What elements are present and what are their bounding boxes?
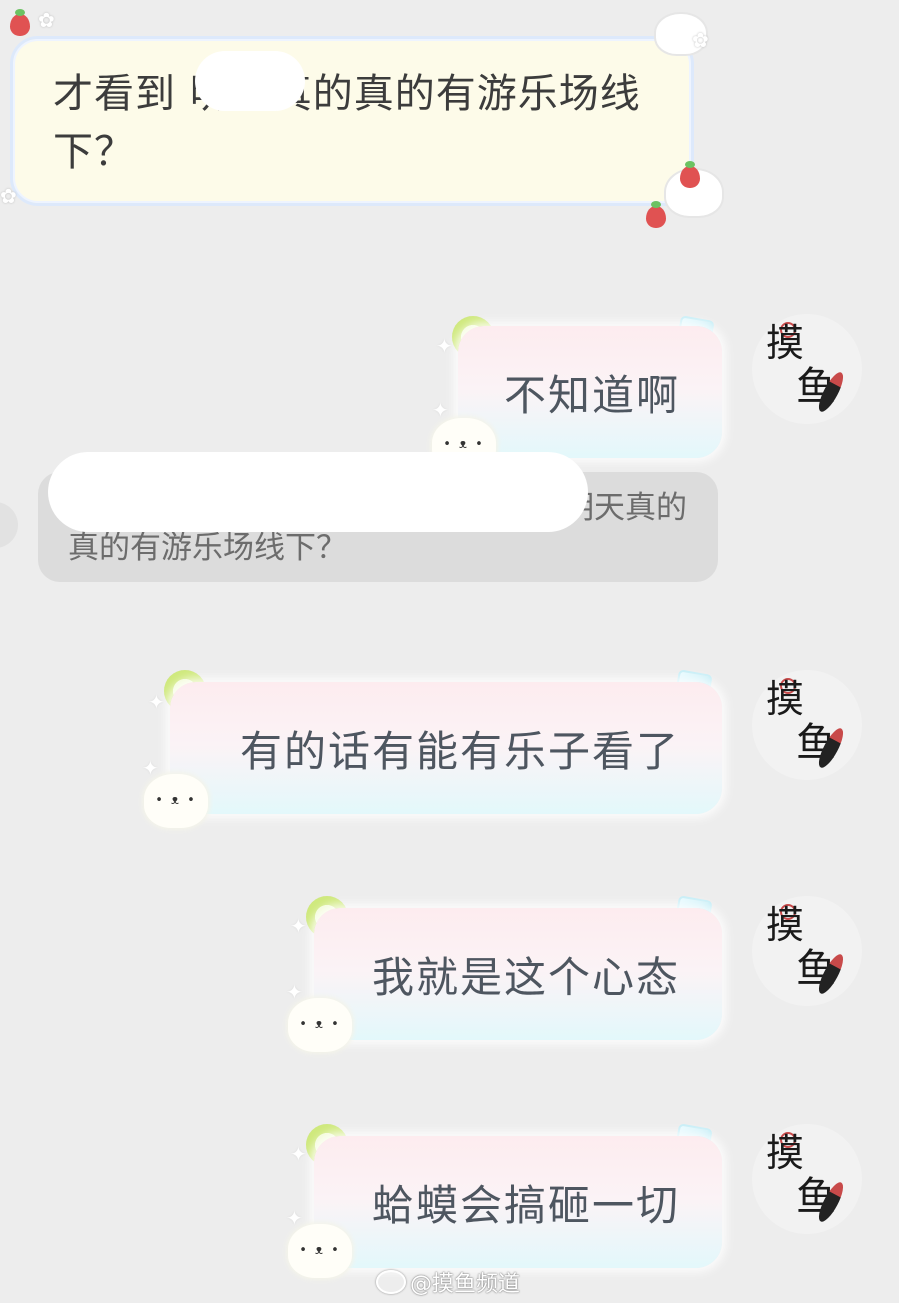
sparkle-icon: ✦ [286,980,303,1004]
sparkle-icon: ✦ [286,1206,303,1230]
redaction-mark [48,452,588,532]
avatar[interactable]: 摸 鱼 [752,314,862,424]
outgoing-message-text: 我就是这个心态 [371,952,680,1002]
outgoing-message-text: 不知道啊 [503,370,680,420]
strawberry-sticker [680,161,700,188]
outgoing-message-bubble[interactable]: 不知道啊 [458,326,722,458]
puffball-sticker: • ᴥ • [288,1224,352,1278]
strawberry-sticker [646,201,666,228]
sparkle-icon: ✦ [436,334,453,358]
puffball-sticker: • ᴥ • [144,774,208,828]
sparkle-icon: ✦ [290,1142,307,1166]
puffball-sticker: • ᴥ • [288,998,352,1052]
quote-jump-icon[interactable] [0,502,18,548]
outgoing-message-text: 有的话有能有乐子看了 [239,726,680,776]
avatar[interactable]: 摸 鱼 [752,1124,862,1234]
weibo-icon [376,1270,406,1294]
flower-icon: ✿ [0,184,17,208]
outgoing-message-bubble[interactable]: 蛤蟆会搞砸一切 [314,1136,722,1268]
sparkle-icon: ✦ [148,690,165,714]
chat-area: ✿ 才看到 明天真的真的有游乐场线下？ ✿ ✿ ✦ 不知道啊 ✦ • ᴥ • 摸… [0,0,899,1303]
sparkle-icon: ✦ [432,398,449,422]
redaction-mark [195,51,305,111]
incoming-message-bubble[interactable]: 才看到 明天真的真的有游乐场线下？ [10,36,694,206]
sparkle-icon: ✦ [290,914,307,938]
flower-icon: ✿ [692,28,709,52]
outgoing-message-bubble[interactable]: 我就是这个心态 [314,908,722,1040]
outgoing-message-bubble[interactable]: 有的话有能有乐子看了 [170,682,722,814]
flower-icon: ✿ [38,8,55,32]
sparkle-icon: ✦ [142,756,159,780]
strawberry-sticker [10,9,30,36]
outgoing-message-text: 蛤蟆会搞砸一切 [371,1180,680,1230]
incoming-message-text: 才看到 明天真的真的有游乐场线下？ [53,71,641,175]
watermark: @摸鱼频道 [376,1266,520,1298]
avatar[interactable]: 摸 鱼 [752,896,862,1006]
avatar[interactable]: 摸 鱼 [752,670,862,780]
